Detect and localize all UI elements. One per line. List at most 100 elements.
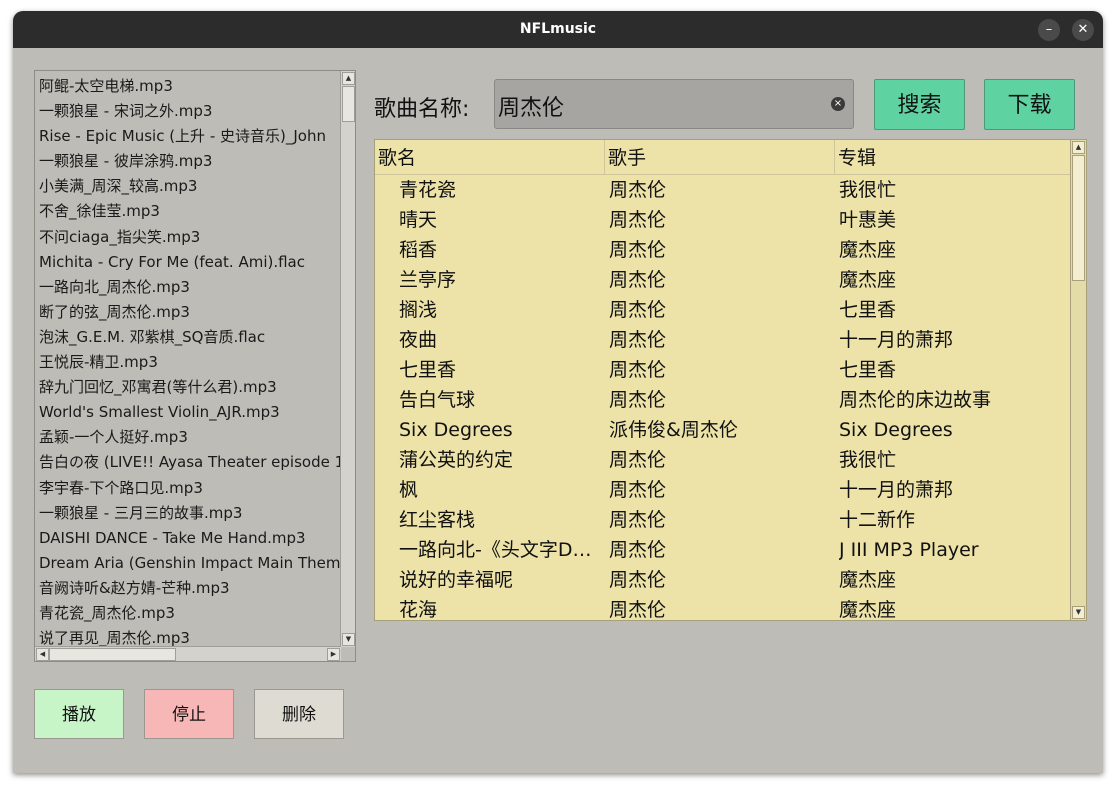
scroll-up-icon[interactable]: ▲ — [1072, 141, 1085, 154]
table-row[interactable]: Six Degrees 派伟俊&周杰伦 Six Degrees — [375, 415, 1071, 445]
table-row[interactable]: 搁浅 周杰伦 七里香 — [375, 295, 1071, 325]
table-row[interactable]: 夜曲 周杰伦 十一月的萧邦 — [375, 325, 1071, 355]
artist-cell: 周杰伦 — [609, 539, 667, 561]
table-row[interactable]: 晴天 周杰伦 叶惠美 — [375, 205, 1071, 235]
scroll-thumb[interactable] — [342, 86, 355, 122]
song-title-cell: 搁浅 — [399, 299, 438, 321]
artist-cell: 周杰伦 — [609, 269, 667, 291]
close-button[interactable]: ✕ — [1072, 19, 1094, 41]
song-title-cell: 七里香 — [399, 359, 457, 381]
table-row[interactable]: 红尘客栈 周杰伦 十二新作 — [375, 505, 1071, 535]
song-title-cell: 说好的幸福呢 — [399, 569, 514, 591]
table-row[interactable]: 蒲公英的约定 周杰伦 我很忙 — [375, 445, 1071, 475]
file-list-horizontal-scrollbar[interactable]: ◀ ▶ — [35, 646, 341, 661]
artist-cell: 周杰伦 — [609, 179, 667, 201]
minimize-button[interactable]: – — [1038, 19, 1060, 41]
table-vertical-scrollbar[interactable]: ▲ ▼ — [1070, 140, 1086, 620]
column-header-album[interactable]: 专辑 — [835, 140, 1071, 174]
file-list-item[interactable]: 一颗狼星 - 三月三的故事.mp3 — [39, 501, 341, 526]
song-title-cell: 红尘客栈 — [399, 509, 476, 531]
clear-icon[interactable]: × — [831, 97, 845, 111]
app-window: NFLmusic – ✕ 阿鲲-太空电梯.mp3 一颗狼星 - 宋词之外.mp3 R… — [13, 11, 1103, 773]
file-list-item[interactable]: 不舍_徐佳莹.mp3 — [39, 199, 341, 224]
search-button[interactable]: 搜索 — [874, 79, 965, 130]
table-body: 青花瓷 周杰伦 我很忙 晴天 周杰伦 叶惠美 稻香 周杰伦 魔杰座 兰亭序 周杰伦 魔杰座 搁浅 周杰伦七… — [375, 175, 1071, 621]
file-list-item[interactable]: 王悦辰-精卫.mp3 — [39, 350, 341, 375]
file-list-item[interactable]: Rise - Epic Music (上升 - 史诗音乐)_John — [39, 124, 341, 149]
table-row[interactable]: 告白气球 周杰伦 周杰伦的床边故事 — [375, 385, 1071, 415]
search-input-value: 周杰伦 — [498, 96, 565, 121]
scroll-left-icon[interactable]: ◀ — [36, 648, 49, 661]
song-title-cell: 告白气球 — [399, 389, 476, 411]
file-list-item[interactable]: 不问ciaga_指尖笑.mp3 — [39, 225, 341, 250]
file-list-item[interactable]: Michita - Cry For Me (feat. Ami).flac — [39, 250, 341, 275]
title-bar[interactable]: NFLmusic – ✕ — [13, 11, 1103, 48]
song-title-cell: 晴天 — [399, 209, 438, 231]
artist-cell: 周杰伦 — [609, 299, 667, 321]
play-button[interactable]: 播放 — [34, 689, 124, 739]
artist-cell: 周杰伦 — [609, 599, 667, 621]
album-cell: 十一月的萧邦 — [839, 479, 954, 501]
file-list-vertical-scrollbar[interactable]: ▲ ▼ — [340, 71, 355, 647]
album-cell: 魔杰座 — [839, 239, 897, 261]
table-header: 歌名 歌手 专辑 — [375, 140, 1071, 175]
table-row[interactable]: 七里香 周杰伦 七里香 — [375, 355, 1071, 385]
song-title-cell: 花海 — [399, 599, 438, 621]
window-title: NFLmusic — [519, 21, 597, 37]
file-list-item[interactable]: 一颗狼星 - 宋词之外.mp3 — [39, 99, 341, 124]
file-list-item[interactable]: 青花瓷_周杰伦.mp3 — [39, 601, 341, 626]
file-list-item[interactable]: 李宇春-下个路口见.mp3 — [39, 476, 341, 501]
stop-button[interactable]: 停止 — [144, 689, 234, 739]
artist-cell: 周杰伦 — [609, 389, 667, 411]
table-row[interactable]: 青花瓷 周杰伦 我很忙 — [375, 175, 1071, 205]
file-list-item[interactable]: 阿鲲-太空电梯.mp3 — [39, 74, 341, 99]
file-list-item[interactable]: 一路向北_周杰伦.mp3 — [39, 275, 341, 300]
file-list-item[interactable]: 辞九门回忆_邓寓君(等什么君).mp3 — [39, 375, 341, 400]
table-row[interactable]: 稻香 周杰伦 魔杰座 — [375, 235, 1071, 265]
file-list[interactable]: 阿鲲-太空电梯.mp3 一颗狼星 - 宋词之外.mp3 Rise - Epic Mu… — [34, 70, 356, 662]
file-list-item[interactable]: DAISHI DANCE - Take Me Hand.mp3 — [39, 526, 341, 551]
song-title-cell: Six Degrees — [399, 419, 513, 441]
column-header-artist[interactable]: 歌手 — [605, 140, 835, 174]
song-title-cell: 青花瓷 — [399, 179, 457, 201]
artist-cell: 派伟俊&周杰伦 — [609, 419, 738, 441]
song-title-cell: 枫 — [399, 479, 419, 501]
file-list-item[interactable]: 一颗狼星 - 彼岸涂鸦.mp3 — [39, 149, 341, 174]
scroll-thumb-horizontal[interactable] — [49, 648, 176, 661]
artist-cell: 周杰伦 — [609, 329, 667, 351]
scroll-down-icon[interactable]: ▼ — [342, 633, 355, 646]
results-table[interactable]: 歌名 歌手 专辑 青花瓷 周杰伦 我很忙 晴天 周杰伦 叶惠美 稻香 周杰伦 魔杰座 兰亭序 周杰伦… — [374, 139, 1087, 621]
artist-cell: 周杰伦 — [609, 449, 667, 471]
album-cell: 魔杰座 — [839, 569, 897, 591]
scroll-up-icon[interactable]: ▲ — [342, 72, 355, 85]
song-title-cell: 夜曲 — [399, 329, 438, 351]
table-row[interactable]: 一路向北-《头文字D》电影插曲周杰伦 J III MP3 Player — [375, 535, 1071, 565]
table-row[interactable]: 花海 周杰伦 魔杰座 — [375, 595, 1071, 621]
file-list-items: 阿鲲-太空电梯.mp3 一颗狼星 - 宋词之外.mp3 Rise - Epic Mu… — [39, 74, 341, 661]
artist-cell: 周杰伦 — [609, 239, 667, 261]
album-cell: 七里香 — [839, 359, 897, 381]
file-list-item[interactable]: 告白の夜 (LIVE!! Ayasa Theater episode 1 — [39, 450, 341, 475]
song-title-cell: 兰亭序 — [399, 269, 457, 291]
song-name-label: 歌曲名称: — [374, 97, 470, 122]
table-row[interactable]: 兰亭序 周杰伦 魔杰座 — [375, 265, 1071, 295]
scroll-down-icon[interactable]: ▼ — [1072, 606, 1085, 619]
column-header-title[interactable]: 歌名 — [375, 140, 605, 174]
scroll-thumb[interactable] — [1072, 155, 1085, 281]
table-row[interactable]: 枫 周杰伦 十一月的萧邦 — [375, 475, 1071, 505]
album-cell: 七里香 — [839, 299, 897, 321]
search-input[interactable]: 周杰伦 × — [494, 79, 854, 129]
file-list-item[interactable]: 小美满_周深_较高.mp3 — [39, 174, 341, 199]
album-cell: 我很忙 — [839, 179, 897, 201]
file-list-item[interactable]: 音阙诗听&赵方婧-芒种.mp3 — [39, 576, 341, 601]
file-list-item[interactable]: World's Smallest Violin_AJR.mp3 — [39, 400, 341, 425]
file-list-item[interactable]: 泡沫_G.E.M. 邓紫棋_SQ音质.flac — [39, 325, 341, 350]
table-row[interactable]: 说好的幸福呢 周杰伦 魔杰座 — [375, 565, 1071, 595]
file-list-item[interactable]: 孟颖-一个人挺好.mp3 — [39, 425, 341, 450]
file-list-item[interactable]: Dream Aria (Genshin Impact Main Theme — [39, 551, 341, 576]
scroll-right-icon[interactable]: ▶ — [327, 648, 340, 661]
delete-button[interactable]: 删除 — [254, 689, 344, 739]
file-list-item[interactable]: 断了的弦_周杰伦.mp3 — [39, 300, 341, 325]
artist-cell: 周杰伦 — [609, 359, 667, 381]
download-button[interactable]: 下载 — [984, 79, 1075, 130]
